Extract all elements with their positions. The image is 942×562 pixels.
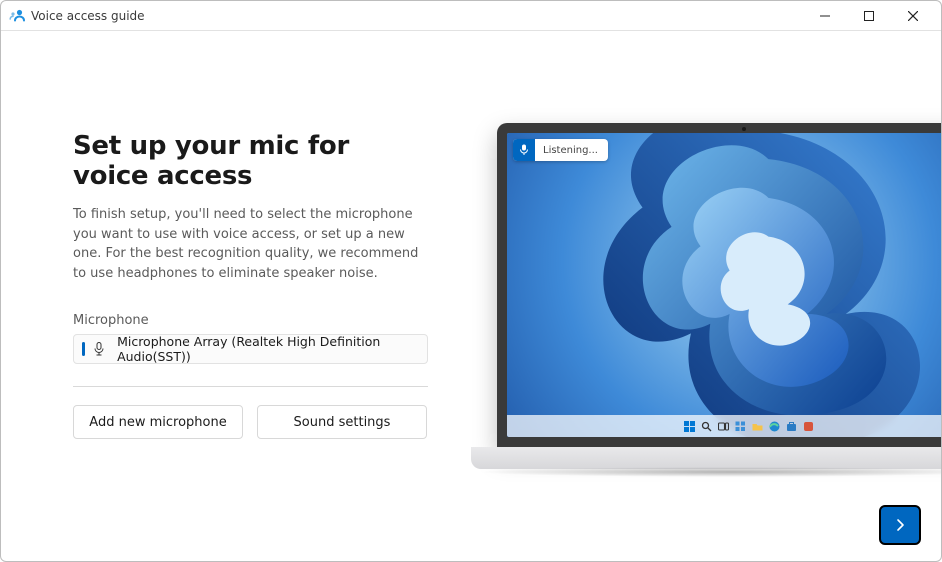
voice-access-status-pill: Listening... <box>513 139 608 161</box>
taskbar-app-icon <box>803 421 814 432</box>
page-heading: Set up your mic for voice access <box>73 131 431 191</box>
window-root: Voice access guide Set up your mic for v… <box>0 0 942 562</box>
chevron-right-icon <box>893 518 907 532</box>
taskbar-search-icon <box>701 421 712 432</box>
laptop-screen: Listening... <box>507 133 941 437</box>
windows-bloom-wallpaper <box>507 133 941 437</box>
selection-indicator <box>82 342 85 356</box>
titlebar: Voice access guide <box>1 1 941 31</box>
app-icon <box>9 8 25 24</box>
laptop-camera <box>742 127 746 131</box>
sound-settings-button[interactable]: Sound settings <box>257 405 427 439</box>
laptop-illustration: Listening... <box>471 123 941 477</box>
taskbar-taskview-icon <box>718 421 729 432</box>
add-mic-label: Add new microphone <box>89 415 226 430</box>
laptop-base <box>471 447 941 477</box>
microphone-field-label: Microphone <box>73 313 431 328</box>
maximize-button[interactable] <box>847 2 891 30</box>
divider <box>73 386 428 387</box>
taskbar <box>507 415 941 437</box>
voice-access-mic-icon <box>513 139 535 161</box>
page-description: To finish setup, you'll need to select t… <box>73 205 431 283</box>
selected-microphone-name: Microphone Array (Realtek High Definitio… <box>117 334 419 364</box>
microphone-select[interactable]: Microphone Array (Realtek High Definitio… <box>73 334 428 364</box>
sound-settings-label: Sound settings <box>294 415 391 430</box>
preview-panel: Listening... <box>431 31 941 561</box>
close-button[interactable] <box>891 2 935 30</box>
taskbar-widgets-icon <box>735 421 746 432</box>
taskbar-store-icon <box>786 421 797 432</box>
taskbar-start-icon <box>684 421 695 432</box>
window-title: Voice access guide <box>31 9 145 23</box>
taskbar-edge-icon <box>769 421 780 432</box>
next-button[interactable] <box>879 505 921 545</box>
minimize-button[interactable] <box>803 2 847 30</box>
taskbar-explorer-icon <box>752 421 763 432</box>
setup-panel: Set up your mic for voice access To fini… <box>1 31 431 561</box>
add-new-microphone-button[interactable]: Add new microphone <box>73 405 243 439</box>
microphone-icon <box>93 342 105 356</box>
voice-access-status-text: Listening... <box>543 145 598 156</box>
